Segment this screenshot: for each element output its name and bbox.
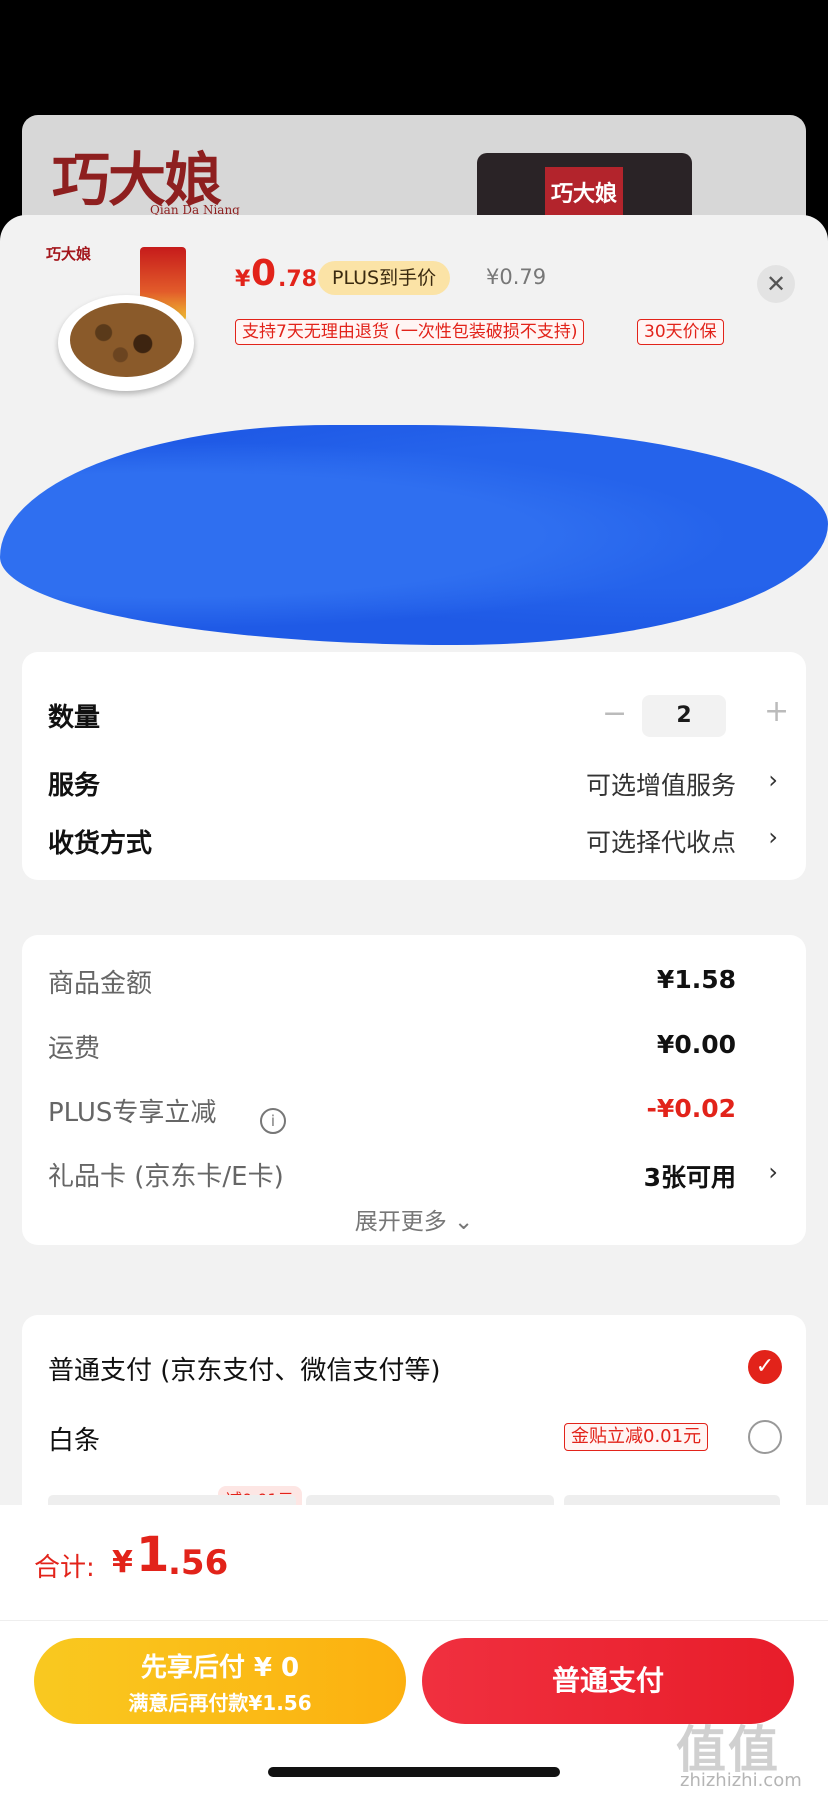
normal-payment-label[interactable]: 普通支付 (京东支付、微信支付等) [48,1350,441,1387]
expand-more-label: 展开更多 [354,1209,447,1235]
installment-option[interactable] [306,1495,554,1505]
watermark-url: zhizhizhi.com [680,1770,802,1791]
info-icon[interactable]: i [260,1108,286,1134]
plus-discount-label: PLUS专享立减 [48,1098,217,1128]
redaction-scribble [0,425,828,645]
return-policy-tag: 支持7天无理由退货 (一次性包装破损不支持) [235,319,585,345]
footer-divider [0,1620,828,1621]
food-image [70,303,182,377]
close-button[interactable]: ✕ [757,265,795,303]
gift-card-label: 礼品卡 (京东卡/E卡) [48,1162,284,1192]
box-logo: 巧大娘 [545,167,623,221]
quantity-label: 数量 [48,703,101,733]
total-currency: ¥ [112,1545,133,1580]
product-thumbnail: 巧大娘 [40,243,202,393]
quantity-decrease-button[interactable]: − [602,696,627,731]
original-price: ¥0.79 [486,265,547,289]
service-chevron-icon[interactable]: › [768,766,778,794]
baitiao-label[interactable]: 白条 [48,1420,100,1457]
installment-option[interactable] [48,1495,296,1505]
delivery-label: 收货方式 [48,829,153,859]
price-protection-tag: 30天价保 [637,319,724,345]
quantity-increase-button[interactable]: + [764,694,789,729]
goods-amount-label: 商品金额 [48,969,153,999]
payment-method-card: 普通支付 (京东支付、微信支付等) ✓ 白条 金贴立减0.01元 减0.01元 [22,1315,806,1535]
home-indicator [268,1767,560,1777]
gift-card-chevron-icon[interactable]: › [768,1158,778,1186]
checkout-sheet: 巧大娘 ¥ 0 .78 PLUS到手价 ¥0.79 ✕ 支持7天无理由退货 (一… [0,215,828,1796]
goods-amount-value: ¥1.58 [656,965,736,994]
delivery-chevron-icon[interactable]: › [768,823,778,851]
pay-later-button[interactable]: 先享后付 ¥ 0 满意后再付款¥1.56 [34,1638,406,1724]
pay-later-title: 先享后付 ¥ 0 [140,1653,300,1683]
shipping-label: 运费 [48,1034,101,1064]
thumbnail-brand: 巧大娘 [46,245,92,263]
total-integer: 1 [136,1527,170,1583]
gift-card-value[interactable]: 3张可用 [644,1158,736,1194]
installment-option[interactable] [564,1495,780,1505]
price-currency: ¥ [235,267,251,292]
plus-discount-value: -¥0.02 [646,1094,736,1123]
check-icon: ✓ [755,1354,775,1379]
price-decimal: .78 [278,267,317,292]
close-icon: ✕ [765,270,787,298]
normal-payment-radio[interactable]: ✓ [748,1350,782,1384]
shipping-value: ¥0.00 [656,1030,736,1059]
baitiao-subsidy-tag: 金贴立减0.01元 [564,1423,709,1451]
quantity-input[interactable]: 2 [642,695,726,737]
expand-more-button[interactable]: 展开更多 ⌄ [22,1202,806,1236]
service-label: 服务 [48,771,101,801]
chevron-down-icon: ⌄ [454,1209,474,1235]
price-summary-card: 商品金额 ¥1.58 运费 ¥0.00 PLUS专享立减 i -¥0.02 礼品… [22,935,806,1245]
delivery-value[interactable]: 可选择代收点 [586,823,736,859]
pay-later-subtitle: 满意后再付款¥1.56 [128,1691,312,1715]
baitiao-radio[interactable] [748,1420,782,1454]
price-integer: 0 [251,253,277,294]
order-options-card: 数量 − 2 + 服务 可选增值服务 › 收货方式 可选择代收点 › [22,652,806,880]
service-value[interactable]: 可选增值服务 [586,766,736,802]
total-decimal: .56 [168,1543,229,1583]
total-label: 合计: [34,1553,95,1583]
plus-price-badge: PLUS到手价 [318,261,451,295]
